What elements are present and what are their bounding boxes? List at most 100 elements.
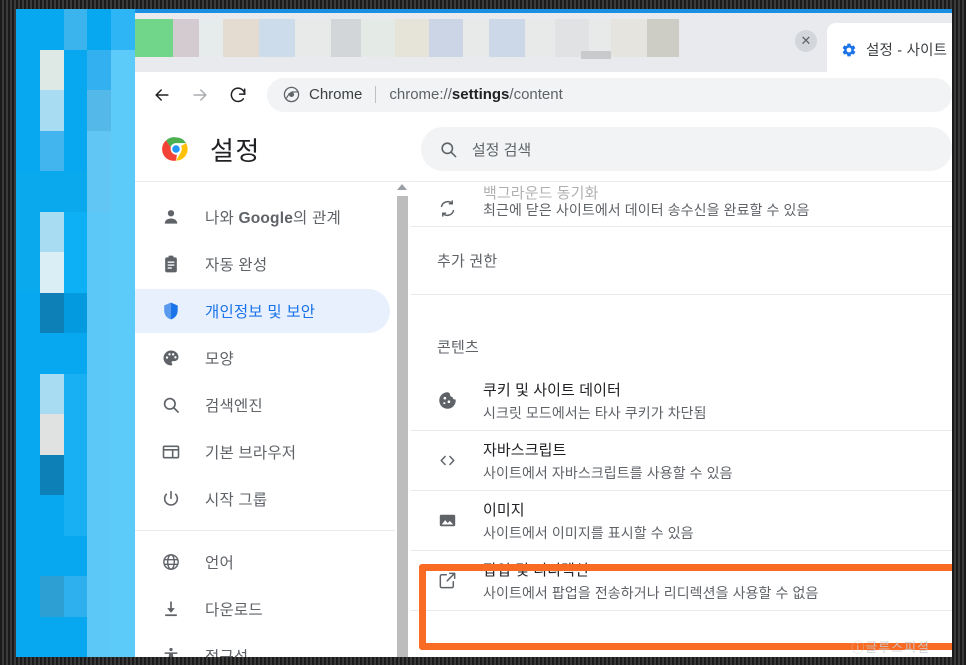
mosaic-cell <box>16 252 40 293</box>
section-title-contents: 콘텐츠 <box>437 339 480 356</box>
sidebar-item-label: 검색엔진 <box>205 398 263 415</box>
mosaic-cell <box>16 333 40 374</box>
mosaic-cell <box>87 9 112 50</box>
sidebar-item-you-and-google[interactable]: 나와 Google의 관계 <box>135 195 390 239</box>
blurred-tab[interactable] <box>647 19 679 57</box>
mosaic-cell <box>87 373 112 414</box>
mosaic-cell <box>39 90 64 131</box>
mosaic-cell <box>111 130 135 171</box>
blurred-tab[interactable] <box>173 19 199 57</box>
settings-search-input[interactable]: 설정 검색 <box>420 127 952 171</box>
search-icon <box>161 395 181 415</box>
content-row-cookies[interactable]: 쿠키 및 사이트 데이터 시크릿 모드에서는 타사 쿠키가 차단됨 <box>411 371 952 431</box>
blurred-tab[interactable] <box>135 19 173 57</box>
blurred-tab[interactable] <box>223 19 259 57</box>
caret-up-icon[interactable] <box>397 184 407 190</box>
mosaic-cell <box>111 616 135 657</box>
mosaic-cell <box>111 454 135 495</box>
mosaic-cell <box>39 9 64 50</box>
accessibility-icon <box>161 646 181 657</box>
mosaic-cell <box>63 292 88 333</box>
sidebar-item-on-startup[interactable]: 시작 그룹 <box>135 477 390 521</box>
mosaic-cell <box>111 576 135 617</box>
pixelated-desktop-background <box>16 9 135 657</box>
mosaic-cell <box>63 49 88 90</box>
sidebar-scrollbar[interactable] <box>395 182 410 657</box>
sidebar-item-autofill[interactable]: 자동 완성 <box>135 242 390 286</box>
blurred-tab[interactable] <box>295 19 331 57</box>
scrollbar-thumb[interactable] <box>397 196 408 657</box>
mosaic-cell <box>87 211 112 252</box>
screen-canvas: ✕ 설정 - 사이트 설 <box>16 9 952 657</box>
mosaic-cell <box>16 171 40 212</box>
mosaic-cell <box>16 130 40 171</box>
mosaic-cell <box>111 252 135 293</box>
content-row-background-sync[interactable]: 백그라운드 동기화 최근에 닫은 사이트에서 데이터 송수신을 완료할 수 있음 <box>411 182 952 227</box>
mosaic-cell <box>111 373 135 414</box>
section-title-additional-permissions: 추가 권한 <box>411 227 952 295</box>
mosaic-cell <box>63 252 88 293</box>
mosaic-cell <box>16 292 40 333</box>
blurred-tab[interactable] <box>525 19 555 57</box>
sidebar-item-label: 언어 <box>205 555 234 572</box>
external-link-icon <box>437 570 459 592</box>
blurred-tab[interactable] <box>463 19 489 57</box>
blurred-tab[interactable] <box>395 19 429 57</box>
content-row-subtitle: 최근에 닫은 사이트에서 데이터 송수신을 완료할 수 있음 <box>483 202 810 218</box>
mosaic-cell <box>39 535 64 576</box>
mosaic-cell <box>111 292 135 333</box>
content-row-images[interactable]: 이미지 사이트에서 이미지를 표시할 수 있음 <box>411 491 952 551</box>
mosaic-cell <box>111 333 135 374</box>
mosaic-cell <box>63 414 88 455</box>
mosaic-cell <box>87 535 112 576</box>
mosaic-cell <box>63 211 88 252</box>
gear-icon <box>841 42 857 58</box>
blurred-tab[interactable] <box>361 19 395 57</box>
palette-icon <box>161 348 181 368</box>
content-row-javascript[interactable]: 자바스크립트 사이트에서 자바스크립트를 사용할 수 있음 <box>411 431 952 491</box>
arrow-right-icon[interactable] <box>181 76 219 114</box>
active-tab[interactable]: 설정 - 사이트 설 <box>827 23 952 76</box>
blurred-tab[interactable] <box>331 19 361 57</box>
sidebar-item-privacy-security[interactable]: 개인정보 및 보안 <box>135 289 390 333</box>
mosaic-cell <box>16 495 40 536</box>
sidebar-item-search-engine[interactable]: 검색엔진 <box>135 383 390 427</box>
tab-strip: ✕ 설정 - 사이트 설 <box>135 9 952 76</box>
content-row-title: 이미지 <box>483 501 525 519</box>
blurred-tab[interactable] <box>611 19 647 57</box>
sidebar-item-label: 개인정보 및 보안 <box>205 304 316 321</box>
sidebar-item-label: 자동 완성 <box>205 257 268 274</box>
sidebar-item-languages[interactable]: 언어 <box>135 540 390 584</box>
sidebar-item-appearance[interactable]: 모양 <box>135 336 390 380</box>
mosaic-cell <box>39 454 64 495</box>
blurred-tab[interactable] <box>489 19 525 57</box>
blurred-tab[interactable] <box>259 19 295 57</box>
blurred-tab[interactable] <box>429 19 463 57</box>
reload-icon[interactable] <box>219 76 257 114</box>
mosaic-cell <box>16 576 40 617</box>
omnibox-divider <box>375 86 377 103</box>
mosaic-cell <box>87 130 112 171</box>
content-row-subtitle: 사이트에서 자바스크립트를 사용할 수 있음 <box>483 464 733 481</box>
address-bar[interactable]: Chrome chrome://settings/content <box>267 77 952 112</box>
sidebar-separator <box>135 530 410 531</box>
tab-close-icon[interactable]: ✕ <box>795 30 817 52</box>
content-row-popups-redirects[interactable]: 팝업 및 리디렉션 사이트에서 팝업을 전송하거나 리디렉션을 사용할 수 없음 <box>411 551 952 611</box>
page-title: 설정 <box>210 135 261 166</box>
mosaic-cell <box>63 9 88 50</box>
sidebar-item-default-browser[interactable]: 기본 브라우저 <box>135 430 390 474</box>
omnibox-chip-label: Chrome <box>309 86 363 103</box>
mosaic-cell <box>63 90 88 131</box>
mosaic-cell <box>39 171 64 212</box>
arrow-left-icon[interactable] <box>143 76 181 114</box>
content-row-title: 쿠키 및 사이트 데이터 <box>483 381 621 399</box>
sidebar-item-accessibility[interactable]: 접근성 <box>135 634 390 657</box>
blurred-tab[interactable] <box>199 19 223 57</box>
mosaic-cell <box>63 616 88 657</box>
mosaic-cell <box>16 414 40 455</box>
mosaic-cell <box>111 171 135 212</box>
mosaic-cell <box>63 373 88 414</box>
sidebar-item-downloads[interactable]: 다운로드 <box>135 587 390 631</box>
mosaic-cell <box>39 211 64 252</box>
mosaic-cell <box>111 90 135 131</box>
